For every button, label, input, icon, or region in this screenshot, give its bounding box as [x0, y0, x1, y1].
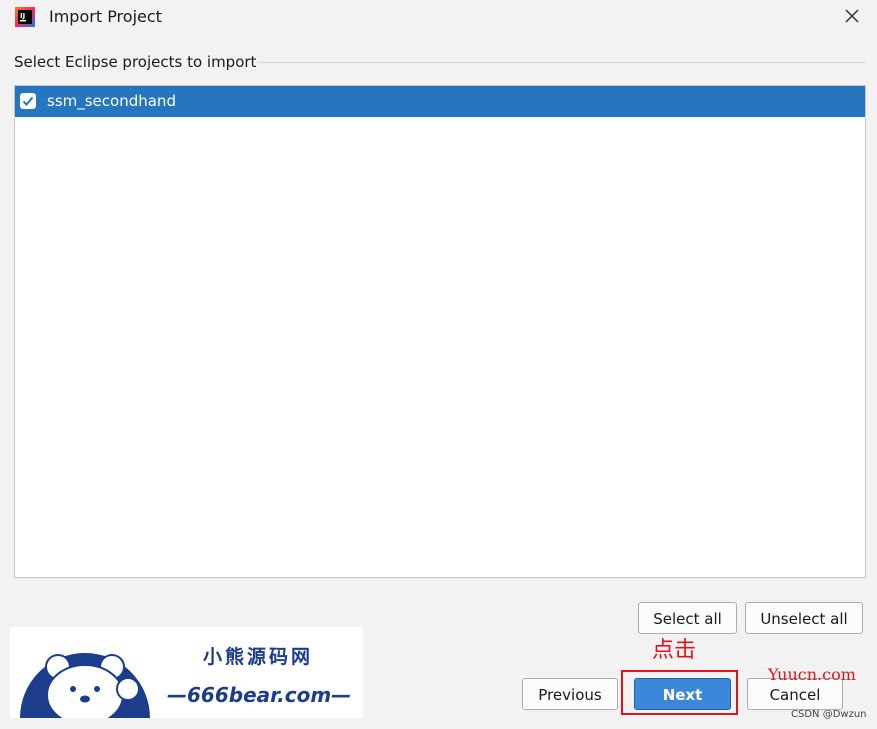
project-label: ssm_secondhand — [47, 92, 176, 110]
project-list[interactable]: ssm_secondhand — [14, 85, 866, 578]
project-checkbox[interactable] — [20, 93, 36, 109]
close-icon[interactable] — [842, 6, 862, 26]
section-label: Select Eclipse projects to import — [14, 53, 257, 71]
watermark-title: 小熊源码网 — [203, 646, 314, 668]
click-annotation: 点击 — [652, 638, 697, 663]
previous-button[interactable]: Previous — [522, 678, 618, 710]
intellij-icon: IJ — [15, 7, 35, 27]
watermark-logo: 小熊源码网 —666bear.com— — [10, 627, 363, 718]
watermark-url: —666bear.com— — [167, 683, 352, 707]
bear-logo-icon — [20, 653, 150, 718]
next-button[interactable]: Next — [634, 678, 731, 710]
section-divider — [258, 62, 866, 63]
site-watermark: Yuucn.com — [768, 665, 856, 684]
window-title: Import Project — [49, 7, 162, 26]
select-all-button[interactable]: Select all — [638, 602, 737, 634]
svg-text:IJ: IJ — [20, 12, 25, 20]
title-bar: IJ Import Project — [0, 0, 877, 34]
unselect-all-button[interactable]: Unselect all — [745, 602, 863, 634]
project-row[interactable]: ssm_secondhand — [15, 86, 865, 117]
csdn-watermark: CSDN @Dwzun — [791, 709, 867, 720]
